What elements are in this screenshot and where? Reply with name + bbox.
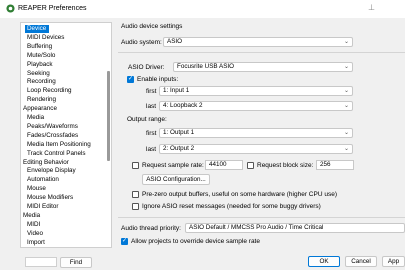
audio-system-label: Audio system: (121, 39, 162, 46)
tree-item[interactable]: Track Control Panels (25, 150, 88, 158)
divider (118, 52, 405, 53)
divider (118, 217, 405, 218)
prezero-output-label: Pre-zero output buffers, useful on some … (142, 191, 337, 198)
input-last-select[interactable]: 4: Loopback 2 ⌄ (159, 101, 353, 111)
tree-item[interactable]: Automation (25, 176, 61, 184)
tree-item[interactable]: Loop Recording (25, 87, 73, 95)
thread-priority-value: ASIO Default / MMCSS Pro Audio / Time Cr… (189, 224, 324, 231)
tree-item[interactable]: Editing Behavior (21, 159, 71, 167)
request-sample-rate-label: Request sample rate: (142, 162, 204, 169)
tree-item[interactable]: Envelope Display (25, 167, 78, 175)
output-first-select[interactable]: 1: Output 1 ⌄ (159, 128, 353, 138)
enable-inputs-label: Enable inputs: (137, 76, 179, 83)
chevron-down-icon: ⌄ (343, 103, 349, 109)
enable-inputs-checkbox[interactable]: ✓ (127, 76, 134, 83)
ignore-asio-reset-label: Ignore ASIO reset messages (needed for s… (142, 203, 321, 210)
request-block-size-label: Request block size: (257, 162, 314, 169)
audio-system-value: ASIO (167, 38, 183, 45)
chevron-down-icon: ⌄ (343, 146, 349, 152)
tree-item[interactable]: Video (25, 230, 45, 238)
input-last-value: 4: Loopback 2 (163, 102, 203, 109)
tree-item[interactable]: Playback (25, 61, 55, 69)
ok-button[interactable]: OK (308, 256, 340, 267)
tree-item[interactable]: Mute/Solo (25, 52, 57, 60)
tree-item[interactable]: Import (25, 239, 47, 247)
tree-scrollbar[interactable] (107, 71, 110, 161)
cancel-button[interactable]: Cancel (345, 256, 377, 267)
output-range-label: Output range: (127, 116, 167, 123)
tree-item[interactable]: Media Item Positioning (25, 141, 93, 149)
input-last-label: last (146, 103, 157, 110)
tree-item[interactable]: Device (25, 25, 49, 33)
thread-priority-select[interactable]: ASIO Default / MMCSS Pro Audio / Time Cr… (185, 223, 405, 233)
tree-item[interactable]: Media (25, 114, 46, 122)
tree-item[interactable]: MIDI Editor (25, 203, 61, 211)
asio-driver-label: ASIO Driver: (128, 64, 165, 71)
allow-override-label: Allow projects to override device sample… (131, 238, 260, 245)
ignore-asio-reset-checkbox[interactable] (132, 203, 139, 210)
apply-button[interactable]: App (382, 256, 405, 267)
chevron-down-icon: ⌄ (343, 88, 349, 94)
panel-title: Audio device settings (121, 23, 183, 30)
chevron-down-icon: ⌄ (343, 130, 349, 136)
reaper-logo-icon (6, 4, 15, 13)
find-button[interactable]: Find (60, 257, 92, 268)
tree-item[interactable]: Rendering (25, 96, 58, 104)
output-first-value: 1: Output 1 (163, 129, 195, 136)
tree-item[interactable]: Fades/Crossfades (25, 132, 80, 140)
input-first-value: 1: Input 1 (163, 87, 190, 94)
request-block-size-checkbox[interactable] (247, 162, 254, 169)
output-last-label: last (146, 146, 157, 153)
sample-rate-input[interactable]: 44100 (205, 160, 243, 170)
title-bar: REAPER Preferences ⊥ (0, 0, 405, 18)
asio-configuration-button[interactable]: ASIO Configuration... (142, 174, 210, 185)
pin-icon[interactable]: ⊥ (368, 3, 375, 12)
audio-system-select[interactable]: ASIO ⌄ (163, 37, 353, 47)
thread-priority-label: Audio thread priority: (121, 225, 181, 232)
output-last-select[interactable]: 2: Output 2 ⌄ (159, 144, 353, 154)
tree-item[interactable]: Buffering (25, 43, 54, 51)
tree-item[interactable]: Appearance (21, 105, 59, 113)
find-input[interactable] (25, 257, 57, 267)
allow-override-checkbox[interactable]: ✓ (121, 238, 128, 245)
asio-driver-select[interactable]: Focusrite USB ASIO ⌄ (173, 62, 353, 72)
chevron-down-icon: ⌄ (343, 64, 349, 70)
tree-item[interactable]: Recording (25, 78, 58, 86)
tree-item[interactable]: Seeking (25, 70, 52, 78)
tree-item[interactable]: Mouse (25, 185, 48, 193)
tree-item[interactable]: MIDI Devices (25, 34, 66, 42)
category-tree[interactable]: Device MIDI Devices Buffering Mute/Solo Play… (20, 22, 112, 248)
tree-item[interactable]: Media (21, 212, 42, 220)
chevron-down-icon: ⌄ (343, 39, 349, 45)
prezero-output-checkbox[interactable] (132, 191, 139, 198)
block-size-input[interactable]: 256 (316, 160, 354, 170)
asio-driver-value: Focusrite USB ASIO (177, 63, 235, 70)
input-first-select[interactable]: 1: Input 1 ⌄ (159, 86, 353, 96)
output-first-label: first (146, 130, 157, 137)
tree-item[interactable]: Mouse Modifiers (25, 194, 75, 202)
tree-item[interactable]: Peaks/Waveforms (25, 123, 80, 131)
input-first-label: first (146, 88, 157, 95)
output-last-value: 2: Output 2 (163, 145, 195, 152)
tree-item[interactable]: MIDI (25, 221, 42, 229)
request-sample-rate-checkbox[interactable] (132, 162, 139, 169)
window-title: REAPER Preferences (18, 5, 87, 12)
